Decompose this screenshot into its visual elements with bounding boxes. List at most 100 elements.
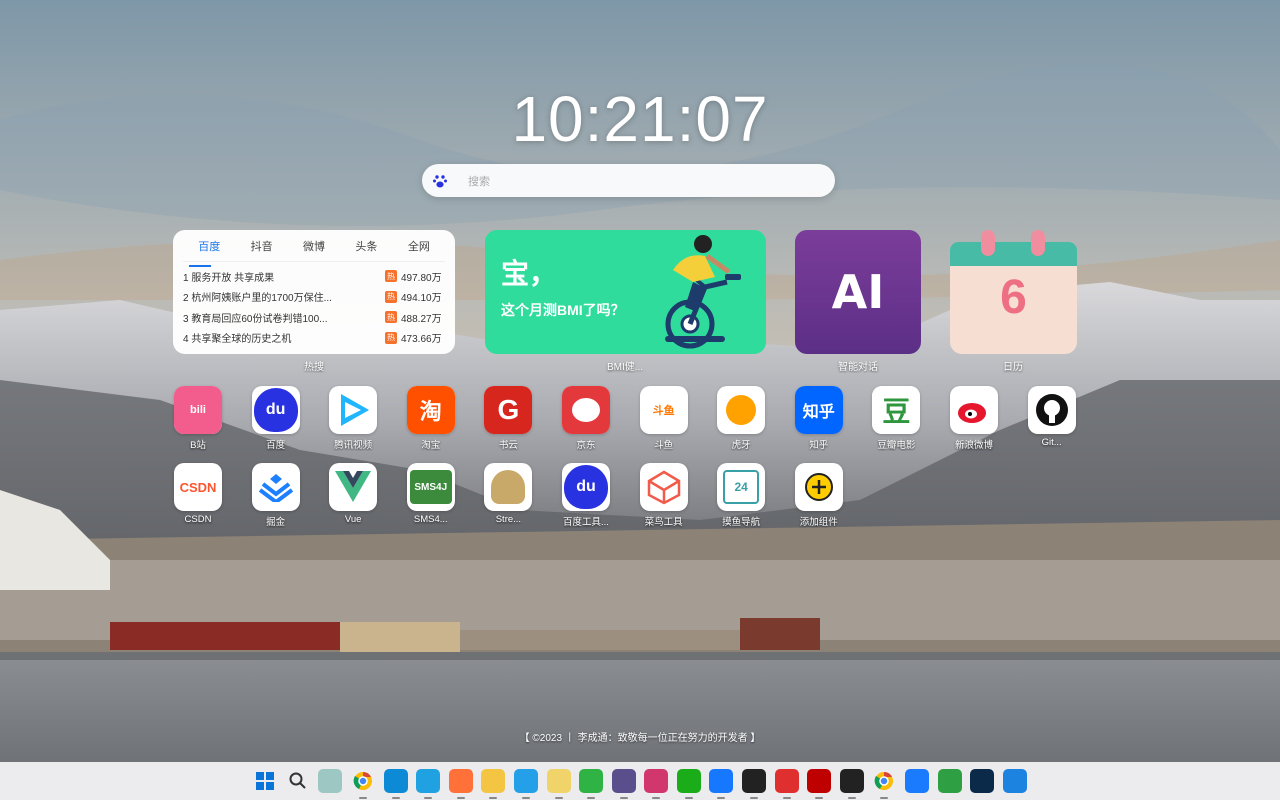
streamline-icon[interactable]	[484, 463, 533, 511]
wechat-icon[interactable]	[676, 769, 701, 799]
github-icon[interactable]	[1027, 386, 1076, 434]
taobao-icon[interactable]: 淘	[406, 386, 455, 434]
hot-item-count: 494.10万	[401, 293, 442, 305]
app-arrow-icon[interactable]	[709, 769, 734, 799]
app-g-icon[interactable]	[742, 769, 767, 799]
windows-start-icon[interactable]	[253, 769, 277, 793]
hot-search-widget[interactable]: 百度 抖音 微博 头条 全网 1 服务开放 共享成果热 497.80万 2 杭州阿…	[173, 230, 455, 354]
search-input[interactable]: 搜索	[468, 173, 490, 189]
calendar-widget-label: 日历	[1003, 362, 1023, 373]
hot-item-title[interactable]: 4 共享聚全球的历史之机	[183, 330, 363, 345]
moyu-calendar-icon[interactable]: 24	[717, 463, 766, 511]
jd-dog-icon[interactable]	[562, 386, 610, 434]
hot-item[interactable]: 4 共享聚全球的历史之机 热 473.66万	[183, 328, 445, 349]
tab-douyin[interactable]: 抖音	[235, 238, 287, 261]
photoshop-icon[interactable]	[970, 769, 995, 793]
app-shortcut[interactable]: CSDN CSDN	[168, 463, 228, 525]
app-shortcut[interactable]: SMS4J SMS4...	[401, 463, 461, 525]
hot-item-title[interactable]: 1 服务开放 共享成果	[183, 269, 363, 284]
hot-badge: 热	[385, 331, 397, 344]
douyu-icon[interactable]: 斗鱼	[639, 386, 688, 434]
app-shortcut[interactable]: 虎牙	[711, 386, 771, 451]
hot-badge: 热	[385, 290, 397, 303]
app-shortcut[interactable]: du 百度	[246, 386, 306, 451]
tab-toutiao[interactable]: 头条	[340, 238, 392, 261]
app-shortcut[interactable]: du 百度工具...	[556, 463, 616, 528]
app-shortcut[interactable]: 知乎 知乎	[789, 386, 849, 451]
search-icon[interactable]	[286, 769, 310, 793]
file-explorer-icon[interactable]	[481, 769, 506, 799]
baidu-paw-icon[interactable]	[430, 171, 450, 191]
juejin-icon[interactable]	[251, 463, 300, 511]
app-label: 腾讯视频	[334, 440, 373, 451]
app-shortcut[interactable]: 掘金	[246, 463, 306, 528]
app-shortcut[interactable]: 腾讯视频	[323, 386, 383, 451]
app-shortcut[interactable]: 斗鱼 斗鱼	[634, 386, 694, 451]
tencent-video-icon[interactable]	[329, 386, 378, 434]
app-shortcut[interactable]: Stre...	[478, 463, 538, 525]
app-shortcut[interactable]: Vue	[323, 463, 383, 525]
tab-baidu[interactable]: 百度	[183, 238, 235, 267]
calendar-widget[interactable]: 6	[950, 230, 1077, 354]
baidu-icon[interactable]: du	[251, 386, 300, 434]
edge-icon[interactable]	[383, 769, 408, 799]
hot-item-count: 488.27万	[401, 313, 442, 325]
hbuilder-icon[interactable]	[579, 769, 604, 799]
hot-item-title[interactable]: 2 杭州阿姨账户里的1700万保住...	[183, 289, 363, 304]
footer-text: 【 ©2023 丨 李成通：致敬每一位正在努力的开发者 】	[519, 733, 761, 744]
filezilla-icon[interactable]	[807, 769, 832, 799]
bilibili-icon[interactable]: bili	[174, 386, 222, 434]
g-logo-icon[interactable]: G	[484, 386, 533, 434]
douban-icon[interactable]: 豆	[872, 386, 921, 434]
feishu-icon[interactable]	[905, 769, 930, 793]
csdn-icon[interactable]: CSDN	[174, 463, 222, 511]
firefox-icon[interactable]	[448, 769, 473, 799]
runoob-icon[interactable]	[639, 463, 688, 511]
idea-icon[interactable]	[546, 769, 571, 799]
app-shortcut[interactable]: 24 摸鱼导航	[711, 463, 771, 528]
chrome-icon[interactable]	[351, 769, 375, 799]
app-shortcut[interactable]: G 书云	[478, 386, 538, 451]
intellij-icon[interactable]	[644, 769, 669, 799]
hot-item[interactable]: 1 服务开放 共享成果 热 497.80万	[183, 266, 445, 287]
app-shortcut[interactable]: 豆豆瓣电影	[866, 386, 926, 451]
copilot-icon[interactable]	[318, 769, 343, 793]
thunder-icon[interactable]	[937, 769, 962, 793]
search-bar[interactable]: 搜索	[422, 164, 835, 197]
baidu-icon[interactable]: du	[562, 463, 610, 511]
navicat-icon[interactable]	[611, 769, 636, 799]
weibo-icon[interactable]	[950, 386, 998, 434]
snipping-icon[interactable]	[1002, 769, 1027, 793]
ie-icon[interactable]	[416, 769, 441, 799]
cyclist-illustration-icon	[665, 235, 741, 349]
hot-item-count: 497.80万	[401, 272, 442, 284]
app-shortcut[interactable]: 京东	[556, 386, 616, 451]
app-shortcut[interactable]: Git...	[1022, 386, 1082, 448]
tab-all[interactable]: 全网	[393, 238, 445, 261]
vue-icon[interactable]	[329, 463, 378, 511]
app-shortcut[interactable]: 新浪微博	[944, 386, 1004, 451]
netease-music-icon[interactable]	[774, 769, 799, 799]
add-icon[interactable]	[794, 463, 843, 511]
sms4j-icon[interactable]: SMS4J	[406, 463, 455, 511]
app-label: 虎牙	[731, 440, 751, 451]
hot-item[interactable]: 3 教育局回应60份试卷判错100... 热 488.27万	[183, 307, 445, 328]
app-shortcut[interactable]: 添加组件	[789, 463, 849, 528]
zhihu-icon[interactable]: 知乎	[794, 386, 843, 434]
app-shortcut[interactable]: 淘淘宝	[401, 386, 461, 451]
qq-icon[interactable]	[839, 769, 864, 799]
bmi-widget[interactable]: 宝， 这个月测BMI了吗？	[485, 230, 766, 354]
tab-weibo[interactable]: 微博	[288, 238, 340, 261]
huya-icon[interactable]	[717, 386, 766, 434]
app-label: 掘金	[266, 517, 286, 528]
app-shortcut[interactable]: 菜鸟工具	[634, 463, 694, 528]
app-shortcut[interactable]: bili B站	[168, 386, 228, 451]
vscode-icon[interactable]	[513, 769, 538, 799]
app-label: 斗鱼	[654, 440, 674, 451]
hot-item-title[interactable]: 3 教育局回应60份试卷判错100...	[183, 310, 363, 325]
hot-item[interactable]: 2 杭州阿姨账户里的1700万保住... 热 494.10万	[183, 287, 445, 308]
chrome-icon[interactable]	[872, 769, 896, 799]
hot-item-count: 473.66万	[401, 334, 442, 346]
ai-text: AI	[831, 265, 885, 319]
ai-chat-widget[interactable]: AI	[795, 230, 921, 354]
